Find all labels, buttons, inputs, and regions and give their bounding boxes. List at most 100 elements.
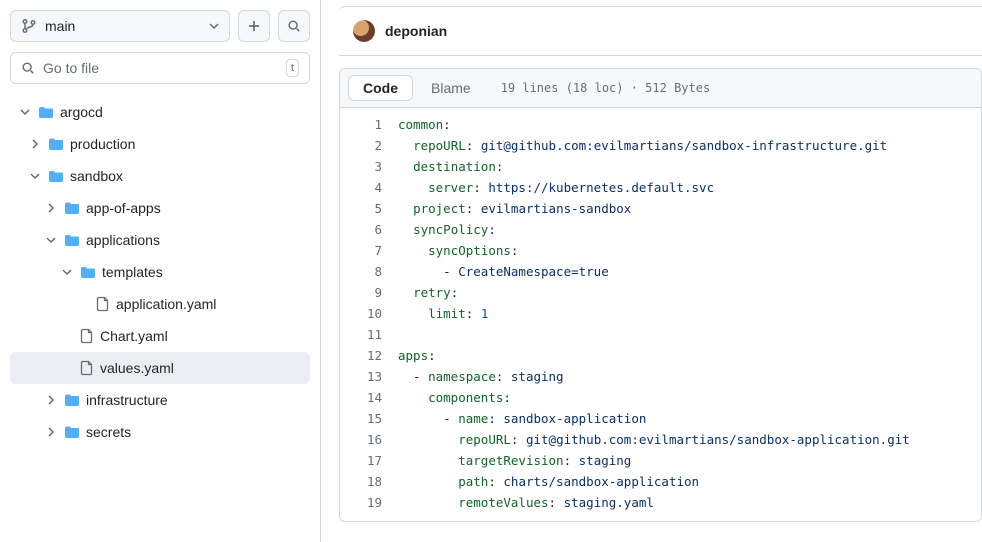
search-icon [21, 61, 35, 75]
file-meta: 19 lines (18 loc) · 512 Bytes [501, 81, 711, 95]
code-lines[interactable]: common: repoURL: git@github.com:evilmart… [398, 108, 910, 521]
code-line: components: [398, 387, 910, 408]
tree-item-label: Chart.yaml [100, 328, 168, 344]
go-to-file-placeholder: Go to file [43, 60, 99, 76]
file-icon [96, 296, 110, 312]
code-line: common: [398, 114, 910, 135]
chevron-right-icon [44, 427, 58, 437]
code-line: - name: sandbox-application [398, 408, 910, 429]
search-icon [287, 19, 301, 33]
code-line: syncPolicy: [398, 219, 910, 240]
tree-item-label: values.yaml [100, 360, 174, 376]
tree-item-label: sandbox [70, 168, 123, 184]
chevron-right-icon [28, 139, 42, 149]
main-panel: deponian Code Blame 19 lines (18 loc) · … [320, 0, 982, 542]
code-line: remoteValues: staging.yaml [398, 492, 910, 513]
tab-blame[interactable]: Blame [417, 76, 485, 100]
file-item-values-yaml[interactable]: values.yaml [10, 352, 310, 384]
folder-item-sandbox[interactable]: sandbox [10, 160, 310, 192]
code-line [398, 324, 910, 345]
folder-icon [64, 393, 80, 407]
folder-item-applications[interactable]: applications [10, 224, 310, 256]
chevron-down-icon [209, 21, 219, 31]
code-line: limit: 1 [398, 303, 910, 324]
go-to-file-shortcut: t [286, 59, 299, 77]
folder-item-argocd[interactable]: argocd [10, 96, 310, 128]
code-tabs: Code Blame 19 lines (18 loc) · 512 Bytes [340, 69, 981, 108]
tree-item-label: production [70, 136, 135, 152]
code-line: retry: [398, 282, 910, 303]
line-number[interactable]: 13 [340, 366, 382, 387]
line-number[interactable]: 4 [340, 177, 382, 198]
branch-name: main [45, 18, 75, 34]
folder-icon [64, 425, 80, 439]
code-line: server: https://kubernetes.default.svc [398, 177, 910, 198]
file-icon [80, 328, 94, 344]
tree-item-label: app-of-apps [86, 200, 161, 216]
folder-item-production[interactable]: production [10, 128, 310, 160]
avatar[interactable] [353, 20, 375, 42]
file-item-application-yaml[interactable]: application.yaml [10, 288, 310, 320]
line-number[interactable]: 11 [340, 324, 382, 345]
code-line: - namespace: staging [398, 366, 910, 387]
add-button[interactable] [238, 10, 270, 42]
folder-item-app-of-apps[interactable]: app-of-apps [10, 192, 310, 224]
line-number[interactable]: 3 [340, 156, 382, 177]
author-bar: deponian [339, 6, 982, 56]
plus-icon [247, 19, 261, 33]
line-number[interactable]: 5 [340, 198, 382, 219]
tree-item-label: applications [86, 232, 160, 248]
chevron-down-icon [44, 235, 58, 245]
tree-item-label: secrets [86, 424, 131, 440]
line-number-gutter: 12345678910111213141516171819 [340, 108, 398, 521]
folder-icon [48, 169, 64, 183]
chevron-down-icon [18, 107, 32, 117]
code-line: targetRevision: staging [398, 450, 910, 471]
tree-item-label: application.yaml [116, 296, 216, 312]
line-number[interactable]: 14 [340, 387, 382, 408]
file-tree: argocd production sandbox app-of-apps ap… [10, 96, 310, 448]
line-number[interactable]: 12 [340, 345, 382, 366]
tree-item-label: argocd [60, 104, 103, 120]
go-to-file-input[interactable]: Go to file t [10, 52, 310, 84]
chevron-down-icon [60, 267, 74, 277]
branch-select[interactable]: main [10, 10, 230, 42]
tab-code[interactable]: Code [348, 75, 413, 101]
chevron-right-icon [44, 203, 58, 213]
line-number[interactable]: 19 [340, 492, 382, 513]
line-number[interactable]: 15 [340, 408, 382, 429]
chevron-right-icon [44, 395, 58, 405]
chevron-down-icon [28, 171, 42, 181]
code-line: project: evilmartians-sandbox [398, 198, 910, 219]
code-line: destination: [398, 156, 910, 177]
line-number[interactable]: 2 [340, 135, 382, 156]
file-sidebar: main Go to file t argocd production sand… [0, 0, 320, 542]
folder-item-templates[interactable]: templates [10, 256, 310, 288]
folder-icon [38, 105, 54, 119]
folder-item-secrets[interactable]: secrets [10, 416, 310, 448]
code-panel: Code Blame 19 lines (18 loc) · 512 Bytes… [339, 68, 982, 522]
author-name[interactable]: deponian [385, 23, 447, 39]
code-line: repoURL: git@github.com:evilmartians/san… [398, 429, 910, 450]
tree-item-label: templates [102, 264, 163, 280]
line-number[interactable]: 8 [340, 261, 382, 282]
code-line: repoURL: git@github.com:evilmartians/san… [398, 135, 910, 156]
code-line: - CreateNamespace=true [398, 261, 910, 282]
folder-icon [48, 137, 64, 151]
git-branch-icon [21, 18, 37, 34]
folder-item-infrastructure[interactable]: infrastructure [10, 384, 310, 416]
folder-icon [64, 233, 80, 247]
line-number[interactable]: 9 [340, 282, 382, 303]
line-number[interactable]: 6 [340, 219, 382, 240]
line-number[interactable]: 1 [340, 114, 382, 135]
line-number[interactable]: 16 [340, 429, 382, 450]
search-button[interactable] [278, 10, 310, 42]
file-item-chart-yaml[interactable]: Chart.yaml [10, 320, 310, 352]
file-icon [80, 360, 94, 376]
line-number[interactable]: 17 [340, 450, 382, 471]
line-number[interactable]: 7 [340, 240, 382, 261]
line-number[interactable]: 10 [340, 303, 382, 324]
code-line: syncOptions: [398, 240, 910, 261]
tree-item-label: infrastructure [86, 392, 168, 408]
line-number[interactable]: 18 [340, 471, 382, 492]
